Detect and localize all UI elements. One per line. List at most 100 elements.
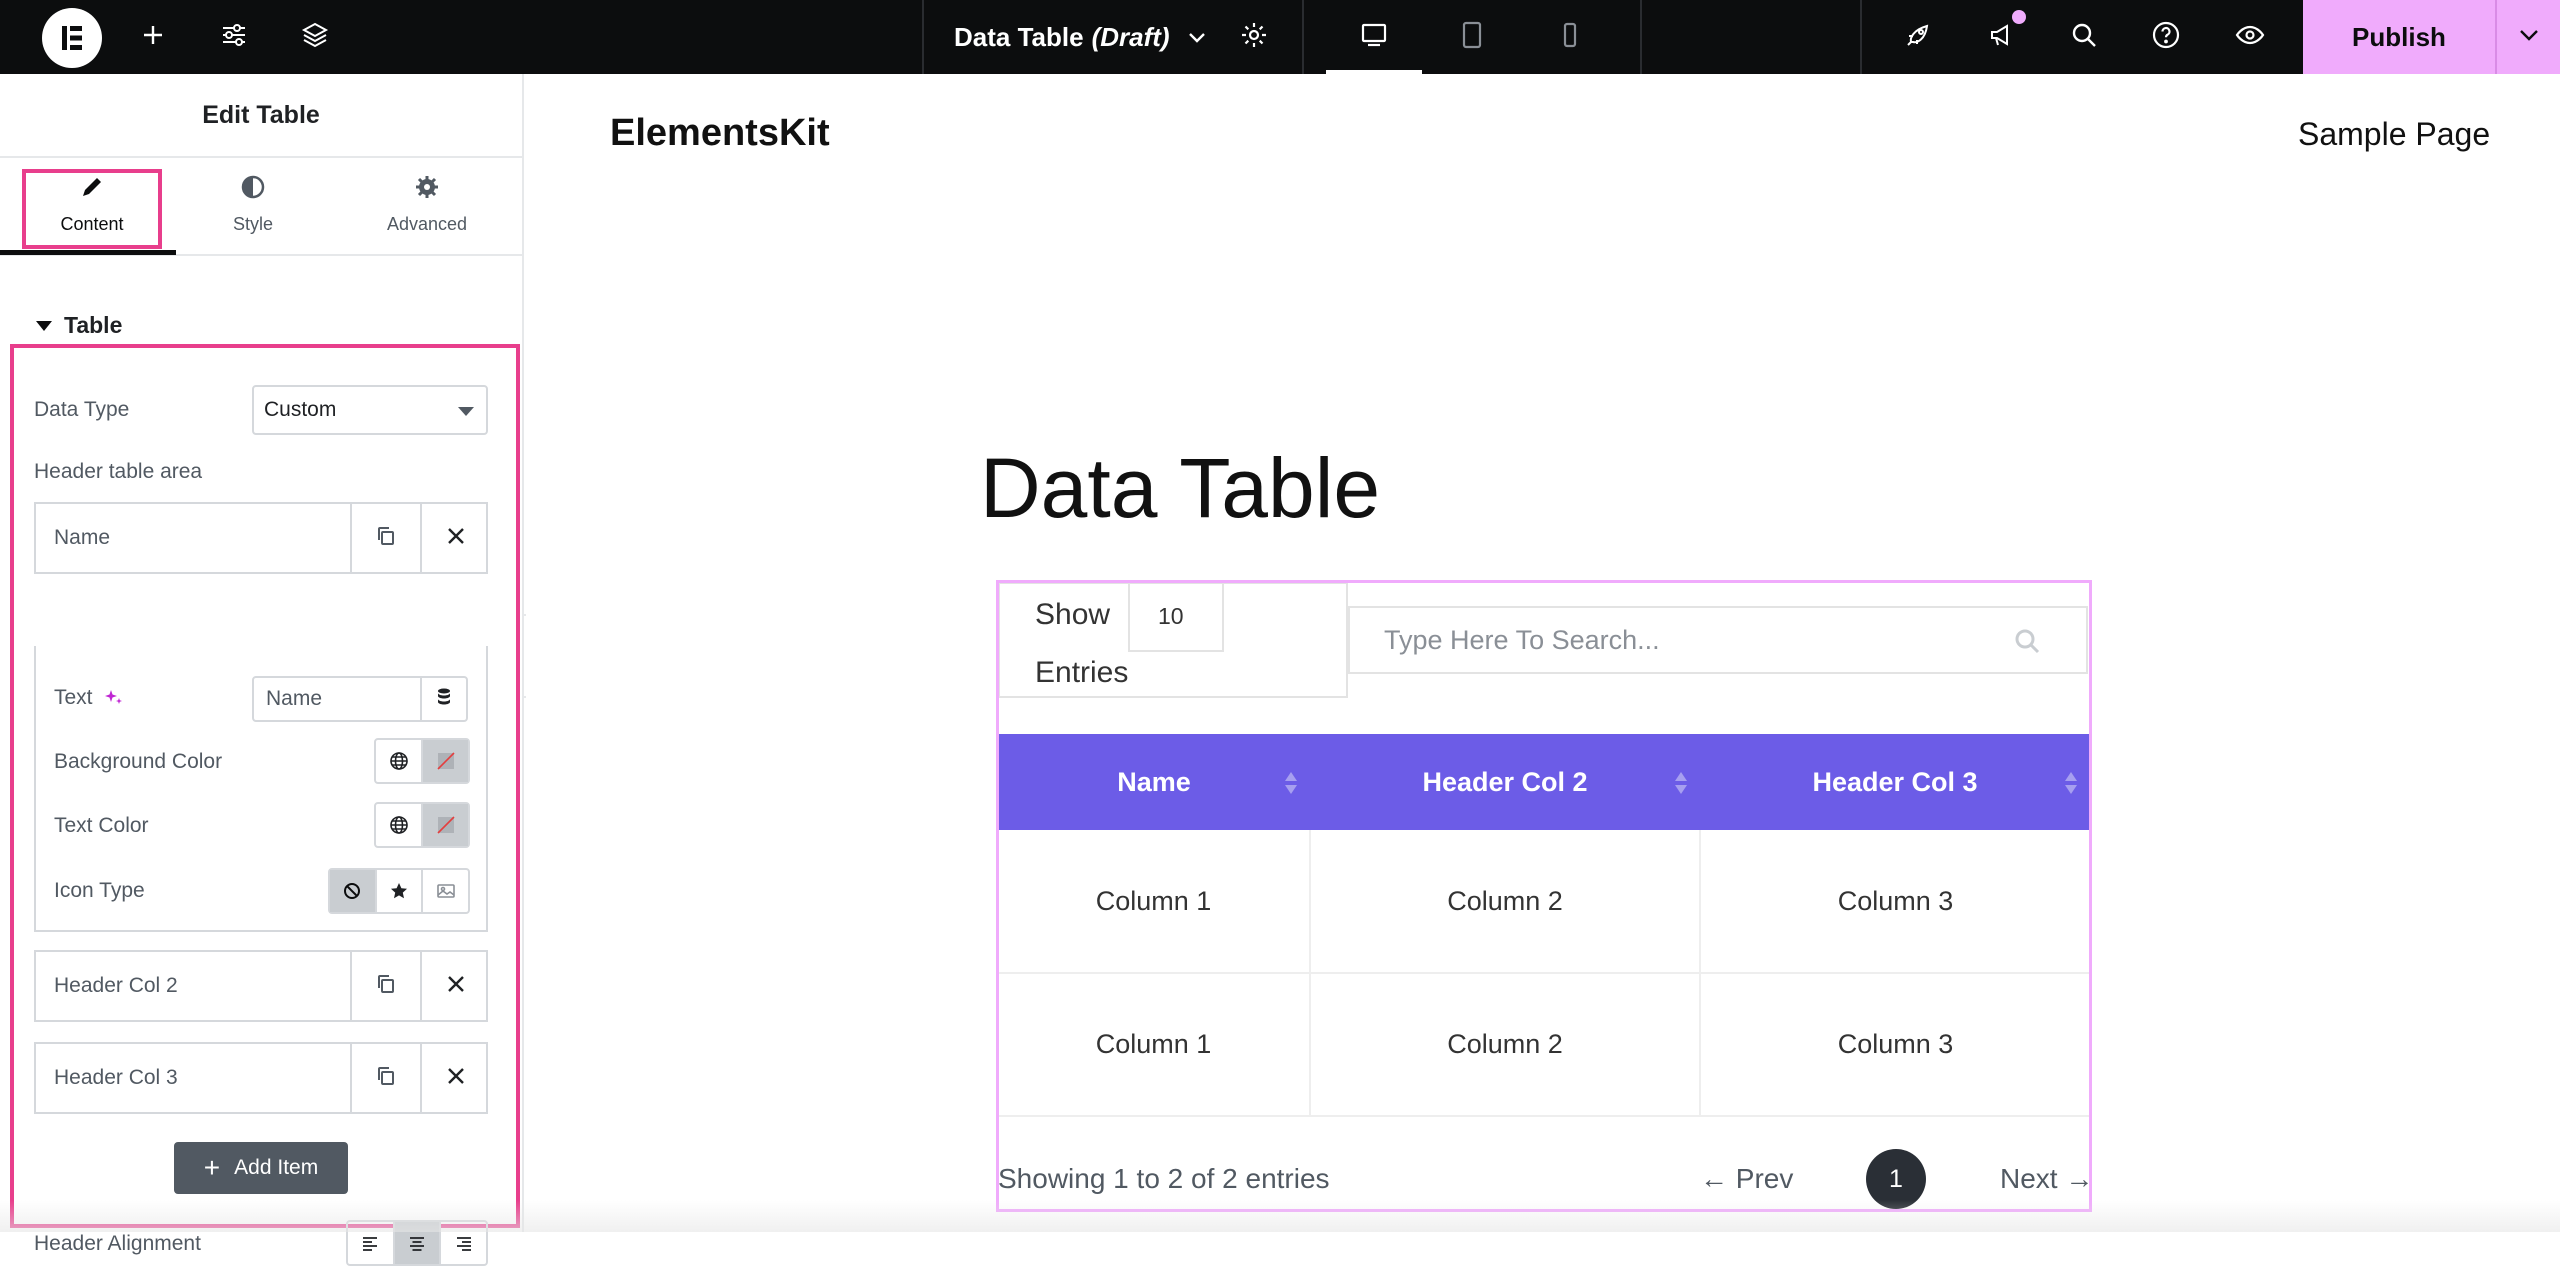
site-logo[interactable]: ElementsKit bbox=[610, 112, 830, 155]
eye-icon bbox=[2235, 20, 2265, 55]
tab-advanced-label: Advanced bbox=[386, 214, 468, 234]
copy-icon bbox=[374, 972, 398, 1001]
image-icon[interactable] bbox=[421, 870, 468, 912]
star-icon[interactable] bbox=[374, 870, 422, 912]
add-item-button[interactable]: + Add Item bbox=[174, 1142, 348, 1194]
megaphone-icon bbox=[1987, 20, 2017, 55]
desktop-view-button[interactable] bbox=[1326, 0, 1422, 74]
background-color-label: Background Color bbox=[54, 750, 223, 773]
site-settings-button[interactable] bbox=[210, 0, 258, 74]
header-alignment-chooser[interactable] bbox=[346, 1220, 488, 1266]
ai-sparkle-icon[interactable] bbox=[103, 687, 125, 709]
globe-icon[interactable] bbox=[376, 740, 421, 782]
search-icon bbox=[2069, 20, 2099, 55]
elementor-logo-icon[interactable] bbox=[42, 8, 102, 68]
repeater-item-label: Name bbox=[54, 526, 111, 549]
add-element-button[interactable] bbox=[130, 0, 176, 74]
icon-type-label: Icon Type bbox=[54, 879, 145, 902]
copy-icon bbox=[374, 524, 398, 553]
dynamic-tags-button[interactable] bbox=[420, 676, 468, 722]
divider bbox=[922, 0, 924, 74]
layers-icon bbox=[300, 20, 330, 55]
repeater-item-header-col-2[interactable]: Header Col 2 bbox=[34, 950, 488, 1022]
publish-options-button[interactable] bbox=[2495, 0, 2560, 74]
tab-advanced[interactable]: Advanced bbox=[360, 164, 494, 244]
launchpad-button[interactable] bbox=[1892, 0, 1944, 74]
editor-panel: Edit Table Content Style Advanced Table … bbox=[0, 74, 524, 1266]
desktop-icon bbox=[1359, 20, 1389, 55]
color-swatch-empty-icon[interactable] bbox=[421, 740, 468, 782]
divider bbox=[1302, 0, 1304, 74]
ban-icon[interactable] bbox=[330, 870, 375, 912]
header-area-label: Header table area bbox=[34, 460, 203, 483]
gear-icon bbox=[1239, 20, 1269, 55]
plus-icon: + bbox=[203, 1152, 221, 1183]
sliders-icon bbox=[219, 20, 249, 55]
database-icon bbox=[434, 687, 454, 712]
mobile-view-button[interactable] bbox=[1522, 0, 1618, 74]
document-status: (Draft) bbox=[1091, 21, 1170, 52]
text-color-control[interactable] bbox=[374, 802, 470, 848]
selected-widget-outline bbox=[996, 580, 2092, 1212]
structure-button[interactable] bbox=[290, 0, 340, 74]
repeater-item-name[interactable]: Name bbox=[34, 502, 488, 574]
text-color-label: Text Color bbox=[54, 814, 149, 837]
text-field-label: Text bbox=[54, 686, 93, 709]
data-type-select[interactable]: Custom bbox=[252, 385, 488, 435]
plus-icon bbox=[138, 20, 168, 55]
tab-style-label: Style bbox=[232, 214, 274, 234]
gear-icon bbox=[413, 173, 441, 214]
tablet-view-button[interactable] bbox=[1424, 0, 1520, 74]
help-button[interactable] bbox=[2140, 0, 2192, 74]
icon-type-chooser[interactable] bbox=[328, 868, 470, 914]
copy-icon bbox=[374, 1064, 398, 1093]
half-circle-icon bbox=[239, 173, 267, 214]
chevron-down-icon bbox=[2516, 22, 2542, 53]
caret-down-icon bbox=[458, 407, 474, 416]
editor-topbar: Data Table (Draft) Publish bbox=[0, 0, 2560, 74]
add-item-label: Add Item bbox=[234, 1156, 319, 1179]
align-center-icon[interactable] bbox=[392, 1222, 440, 1264]
chevron-down-icon bbox=[1186, 26, 1208, 48]
finder-button[interactable] bbox=[2058, 0, 2110, 74]
header-alignment-label: Header Alignment bbox=[34, 1232, 201, 1255]
section-table-toggle[interactable]: Table bbox=[36, 312, 122, 339]
duplicate-button[interactable] bbox=[350, 1044, 420, 1112]
help-icon bbox=[2151, 20, 2181, 55]
divider bbox=[1860, 0, 1862, 74]
text-field-label-wrap: Text bbox=[54, 686, 125, 710]
data-type-value: Custom bbox=[264, 398, 337, 421]
repeater-item-label: Header Col 3 bbox=[54, 1066, 178, 1089]
remove-button[interactable] bbox=[420, 504, 490, 572]
duplicate-button[interactable] bbox=[350, 504, 420, 572]
tablet-icon bbox=[1457, 20, 1487, 55]
page-settings-button[interactable] bbox=[1226, 0, 1282, 74]
panel-title: Edit Table bbox=[0, 74, 522, 158]
document-name: Data Table bbox=[954, 21, 1084, 52]
preview-button[interactable] bbox=[2224, 0, 2276, 74]
rocket-icon bbox=[1903, 20, 1933, 55]
document-title[interactable]: Data Table (Draft) bbox=[954, 0, 1208, 74]
tab-style[interactable]: Style bbox=[190, 164, 316, 244]
duplicate-button[interactable] bbox=[350, 952, 420, 1020]
caret-down-icon bbox=[36, 320, 52, 331]
data-type-label: Data Type bbox=[34, 398, 130, 421]
divider bbox=[1640, 0, 1642, 74]
publish-button[interactable]: Publish bbox=[2303, 0, 2495, 74]
page-title: Data Table bbox=[980, 441, 1381, 535]
close-icon bbox=[444, 972, 468, 1001]
remove-button[interactable] bbox=[420, 952, 490, 1020]
remove-button[interactable] bbox=[420, 1044, 490, 1112]
globe-icon[interactable] bbox=[376, 804, 421, 846]
notification-dot bbox=[2012, 10, 2026, 24]
color-swatch-empty-icon[interactable] bbox=[421, 804, 468, 846]
close-icon bbox=[444, 1064, 468, 1093]
nav-link-sample-page[interactable]: Sample Page bbox=[2298, 116, 2490, 153]
section-title: Table bbox=[64, 312, 123, 338]
repeater-item-header-col-3[interactable]: Header Col 3 bbox=[34, 1042, 488, 1114]
highlight-content-tab bbox=[22, 169, 162, 249]
align-right-icon[interactable] bbox=[439, 1222, 486, 1264]
text-field-input[interactable]: Name bbox=[252, 676, 422, 722]
align-left-icon[interactable] bbox=[348, 1222, 393, 1264]
background-color-control[interactable] bbox=[374, 738, 470, 784]
